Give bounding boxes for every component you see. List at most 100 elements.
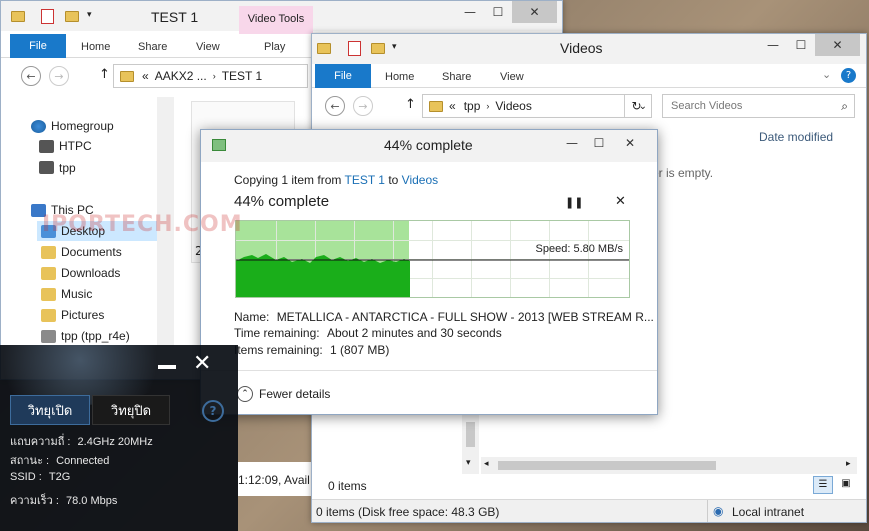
up-arrow-icon[interactable]: ↑ bbox=[99, 67, 110, 82]
large-icons-view-button[interactable]: ▣ bbox=[837, 476, 855, 494]
nav-item-documents[interactable]: Documents bbox=[61, 245, 122, 259]
pause-button[interactable]: ❚❚ bbox=[565, 196, 583, 209]
breadcrumb-item[interactable]: AAKX2 ... bbox=[155, 69, 207, 83]
info-row-speed: ความเร็ว : 78.0 Mbps bbox=[10, 491, 117, 509]
info-label: สถานะ : bbox=[10, 455, 50, 467]
content-scrollbar[interactable]: ◂ ▸ bbox=[481, 457, 857, 474]
speed-graph-area bbox=[236, 254, 410, 297]
scroll-down-icon[interactable]: ▾ bbox=[466, 458, 471, 468]
address-bar[interactable]: « AAKX2 ... › TEST 1 bbox=[113, 64, 308, 88]
expand-ribbon-icon[interactable]: ⌄ bbox=[822, 68, 831, 81]
info-value: 78.0 Mbps bbox=[65, 495, 118, 507]
status-time-text: 1:12:09, Avail bbox=[238, 473, 310, 487]
tab-share[interactable]: Share bbox=[138, 41, 167, 53]
details-view-button[interactable]: ☰ bbox=[813, 476, 833, 494]
copy-summary-to: to bbox=[388, 173, 399, 187]
breadcrumb-prefix: « bbox=[449, 99, 456, 113]
fewer-details-button[interactable]: Fewer details bbox=[259, 387, 330, 401]
minimize-button[interactable]: — bbox=[759, 34, 787, 56]
info-label: SSID : bbox=[10, 471, 42, 483]
nav-item-network-drive[interactable]: tpp (tpp_r4e) bbox=[61, 329, 130, 343]
breadcrumb-item[interactable]: Videos bbox=[495, 99, 531, 113]
tab-view[interactable]: View bbox=[500, 71, 524, 83]
info-value: Connected bbox=[56, 455, 110, 467]
folder-icon bbox=[317, 43, 331, 54]
close-button[interactable]: ✕ bbox=[815, 34, 860, 56]
info-row-band: แถบความถี่ : 2.4GHz 20MHz bbox=[10, 432, 153, 450]
properties-icon[interactable] bbox=[41, 9, 54, 24]
info-value: 2.4GHz 20MHz bbox=[77, 436, 153, 448]
fewer-details-chevron-icon[interactable]: ⌃ bbox=[237, 386, 253, 402]
nav-item-music[interactable]: Music bbox=[61, 287, 92, 301]
up-arrow-icon[interactable]: ↑ bbox=[405, 97, 416, 112]
folder-icon bbox=[429, 100, 443, 112]
test1-titlebar[interactable]: ▾ TEST 1 Video Tools — ☐ ✕ bbox=[1, 1, 562, 34]
forward-button[interactable]: → bbox=[353, 96, 373, 116]
maximize-button[interactable]: ☐ bbox=[787, 34, 815, 56]
tab-share[interactable]: Share bbox=[442, 71, 471, 83]
scroll-thumb[interactable] bbox=[466, 422, 475, 447]
scroll-left-icon[interactable]: ◂ bbox=[484, 459, 489, 469]
folder-icon bbox=[120, 70, 134, 82]
details-time-row: Time remaining: About 2 minutes and 30 s… bbox=[234, 326, 502, 340]
status-bar: 0 items (Disk free space: 48.3 GB) ◉ Loc… bbox=[312, 499, 866, 522]
new-folder-icon[interactable] bbox=[65, 11, 79, 22]
cancel-button[interactable]: ✕ bbox=[615, 194, 626, 209]
tab-view[interactable]: View bbox=[196, 41, 220, 53]
status-divider bbox=[707, 500, 708, 522]
videos-titlebar[interactable]: ▾ Videos — ☐ ✕ bbox=[312, 34, 866, 64]
status-zone: Local intranet bbox=[732, 505, 805, 519]
radio-off-tab[interactable]: วิทยุปิด bbox=[92, 395, 170, 425]
nav-item-htpc[interactable]: HTPC bbox=[59, 139, 92, 153]
back-button[interactable]: ← bbox=[325, 96, 345, 116]
nav-item-downloads[interactable]: Downloads bbox=[61, 266, 120, 280]
dialog-titlebar[interactable]: 44% complete — ☐ ✕ bbox=[201, 130, 657, 162]
breadcrumb-separator-icon: › bbox=[212, 71, 216, 81]
videos-ribbon: File Home Share View ⌄ ? bbox=[312, 64, 866, 88]
properties-icon[interactable] bbox=[348, 41, 361, 56]
tab-home[interactable]: Home bbox=[81, 41, 110, 53]
scroll-right-icon[interactable]: ▸ bbox=[846, 459, 851, 469]
tab-play[interactable]: Play bbox=[264, 41, 285, 53]
context-tab-video-tools[interactable]: Video Tools bbox=[239, 6, 313, 34]
column-header-date-modified[interactable]: Date modified bbox=[759, 130, 833, 144]
back-button[interactable]: ← bbox=[21, 66, 41, 86]
tab-home[interactable]: Home bbox=[385, 71, 414, 83]
close-icon[interactable]: ✕ bbox=[193, 351, 211, 376]
destination-link[interactable]: Videos bbox=[402, 173, 438, 187]
time-remaining-value: About 2 minutes and 30 seconds bbox=[326, 326, 502, 340]
radio-on-tab[interactable]: วิทยุเปิด bbox=[10, 395, 90, 425]
search-box[interactable]: Search Videos ⌕ bbox=[662, 94, 855, 118]
maximize-button[interactable]: ☐ bbox=[484, 1, 512, 23]
source-link[interactable]: TEST 1 bbox=[345, 173, 385, 187]
customize-toolbar-icon[interactable]: ▾ bbox=[87, 10, 92, 20]
minimize-button[interactable]: — bbox=[456, 1, 484, 23]
breadcrumb-item[interactable]: tpp bbox=[464, 99, 481, 113]
tab-file[interactable]: File bbox=[10, 34, 66, 58]
items-remaining-label: Items remaining: bbox=[234, 343, 323, 357]
customize-toolbar-icon[interactable]: ▾ bbox=[392, 42, 397, 52]
tab-file[interactable]: File bbox=[315, 64, 371, 88]
forward-button[interactable]: → bbox=[49, 66, 69, 86]
breadcrumb-item[interactable]: TEST 1 bbox=[222, 69, 262, 83]
details-items-row: Items remaining: 1 (807 MB) bbox=[234, 343, 389, 357]
nav-scrollbar[interactable]: ▾ bbox=[462, 414, 479, 474]
help-icon[interactable]: ? bbox=[841, 68, 856, 83]
address-bar[interactable]: « tpp › Videos ⌄ bbox=[422, 94, 652, 118]
nav-item-pictures[interactable]: Pictures bbox=[61, 308, 104, 322]
help-icon[interactable]: ? bbox=[202, 400, 224, 422]
minimize-button[interactable]: — bbox=[558, 132, 586, 154]
close-button[interactable]: ✕ bbox=[512, 1, 557, 23]
nav-item-tpp[interactable]: tpp bbox=[59, 161, 76, 175]
maximize-button[interactable]: ☐ bbox=[585, 132, 613, 154]
time-remaining-label: Time remaining: bbox=[234, 326, 320, 340]
empty-folder-text: er is empty. bbox=[652, 166, 714, 180]
close-button[interactable]: ✕ bbox=[616, 132, 644, 154]
folder-icon bbox=[11, 11, 25, 22]
refresh-button[interactable]: ↻ bbox=[624, 95, 648, 117]
new-folder-icon[interactable] bbox=[371, 43, 385, 54]
minimize-icon[interactable] bbox=[158, 365, 176, 369]
scroll-thumb[interactable] bbox=[498, 461, 716, 470]
nav-item-homegroup[interactable]: Homegroup bbox=[51, 119, 114, 133]
name-label: Name: bbox=[234, 310, 270, 324]
